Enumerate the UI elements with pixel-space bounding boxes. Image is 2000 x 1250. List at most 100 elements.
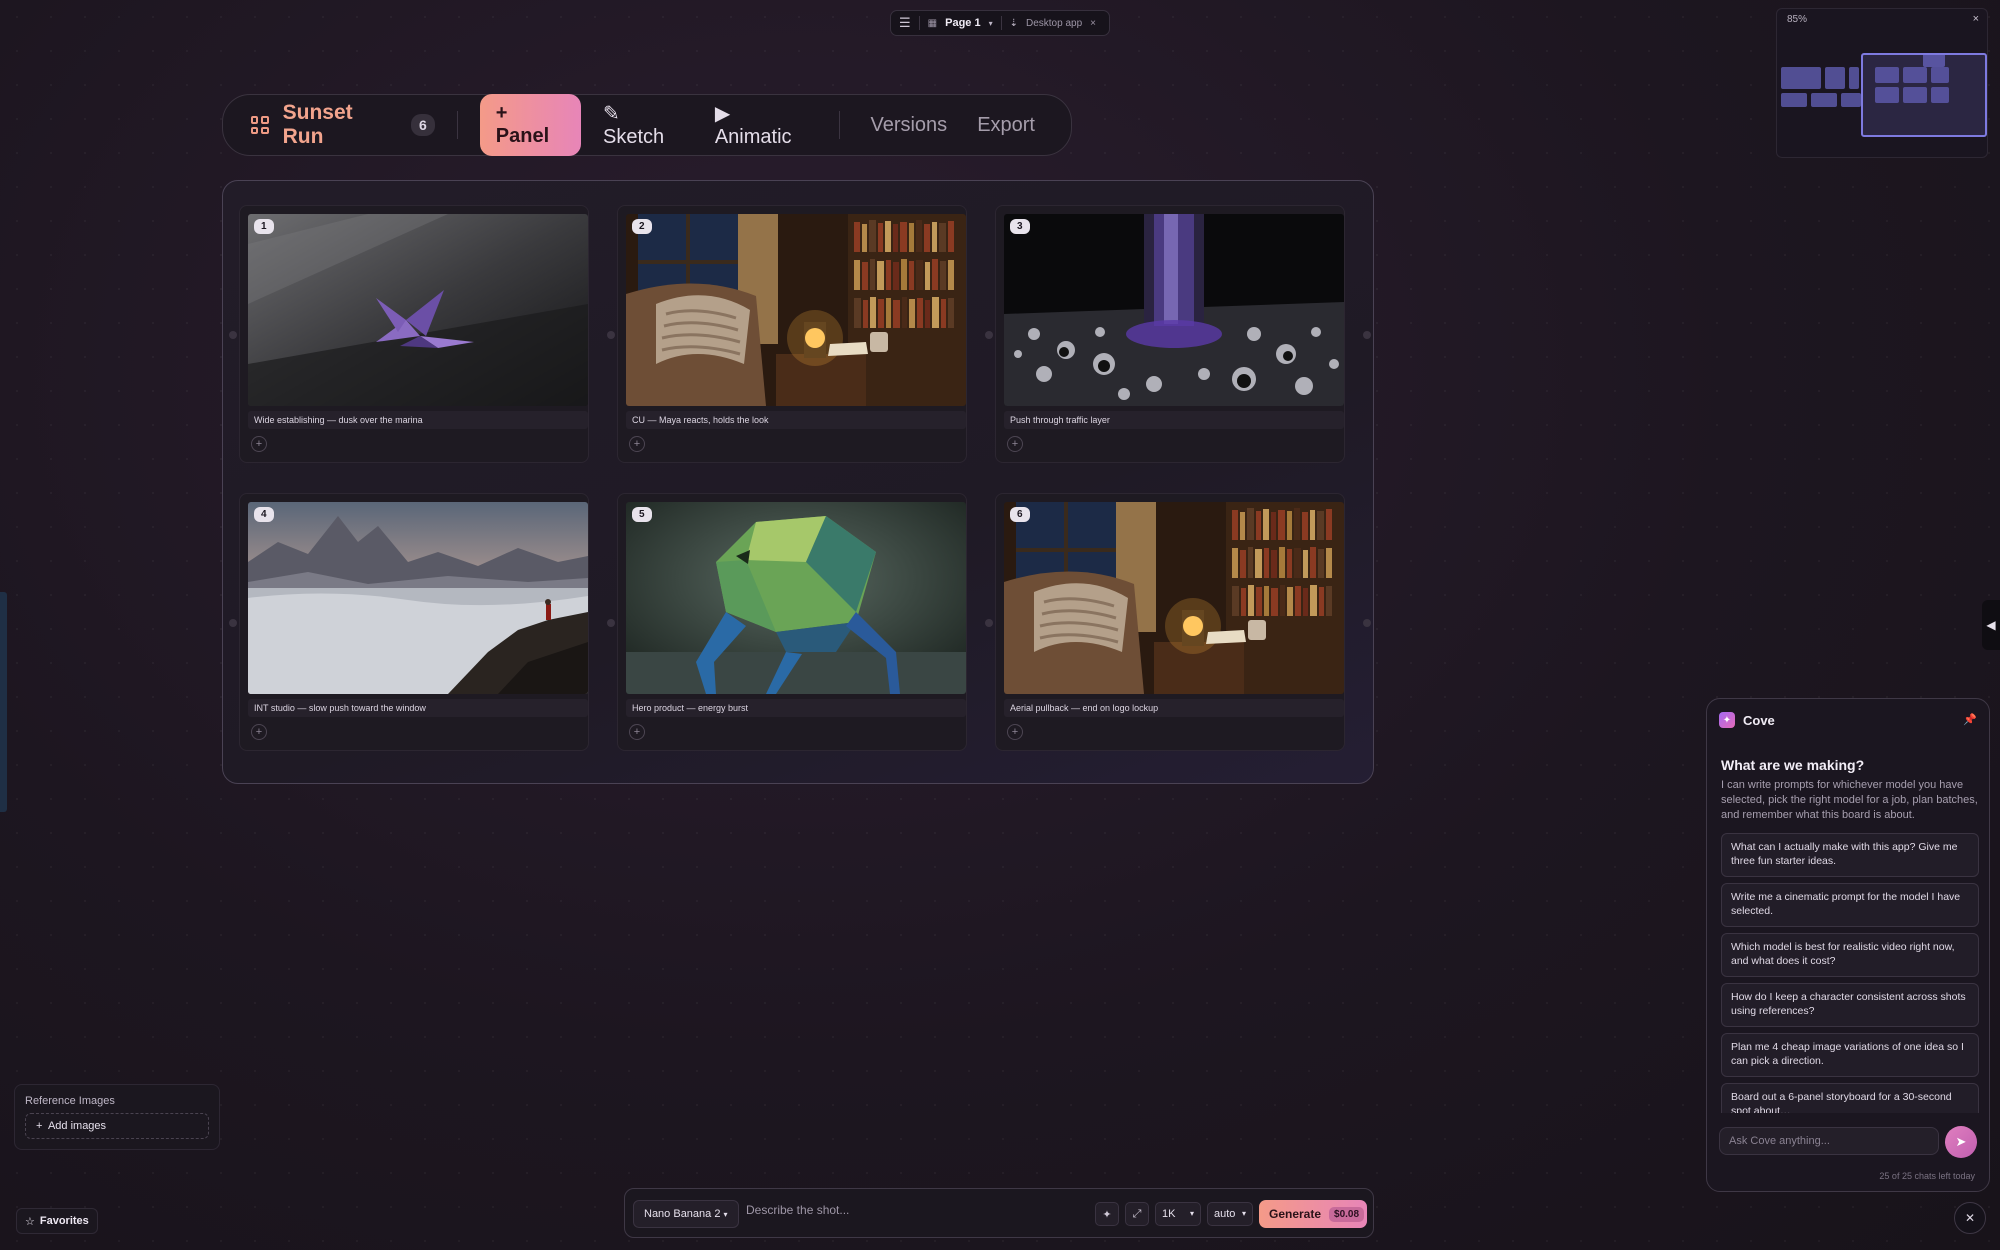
suggestion-chip[interactable]: How do I keep a character consistent acr… <box>1721 983 1979 1027</box>
chevron-down-icon: ▾ <box>1189 1209 1194 1218</box>
add-shot-icon[interactable]: + <box>1007 724 1023 740</box>
connection-handle[interactable] <box>607 331 615 339</box>
panel-image[interactable] <box>626 502 966 694</box>
storyboard-panel[interactable]: 5 Hero product — energy burst + <box>617 493 967 751</box>
minimap-node <box>1903 87 1927 103</box>
storyboard-panel[interactable]: 1 Wide establishing — dusk over the mari… <box>239 205 589 463</box>
download-icon: ⇣ <box>1009 17 1018 29</box>
panel-caption[interactable]: INT studio — slow push toward the window <box>248 699 588 717</box>
minimap-viewport[interactable] <box>1861 53 1987 137</box>
reference-images-title: Reference Images <box>25 1095 115 1107</box>
add-shot-icon[interactable]: + <box>251 724 267 740</box>
grid-icon <box>251 116 269 134</box>
minimap-node <box>1903 67 1927 83</box>
minimap-node <box>1875 87 1899 103</box>
suggestion-chip[interactable]: Which model is best for realistic video … <box>1721 933 1979 977</box>
cove-heading: What are we making? <box>1721 757 1865 773</box>
resolution-value: 1K <box>1162 1208 1176 1220</box>
divider <box>456 111 458 139</box>
close-assistant-button[interactable]: ✕ <box>1954 1202 1986 1234</box>
suggestion-list: What can I actually make with this app? … <box>1721 833 1979 1113</box>
connection-handle[interactable] <box>1363 619 1371 627</box>
reference-images-panel: Reference Images + Add images <box>14 1084 220 1150</box>
send-icon: ➤ <box>1955 1134 1967 1149</box>
panel-image[interactable] <box>626 214 966 406</box>
aspect-value: auto <box>1214 1208 1236 1220</box>
close-icon[interactable]: × <box>1973 13 1979 25</box>
divider <box>1000 16 1002 30</box>
storyboard-panel[interactable]: 4 INT studio — slow push toward the wind… <box>239 493 589 751</box>
resolution-select[interactable]: 1K ▾ <box>1155 1202 1201 1226</box>
panel-caption[interactable]: Push through traffic layer <box>1004 411 1344 429</box>
add-images-button[interactable]: + Add images <box>25 1113 209 1139</box>
favorites-button[interactable]: ☆ Favorites <box>16 1208 98 1234</box>
divider <box>918 16 920 30</box>
minimap-node <box>1811 93 1837 107</box>
sparkle-icon: ✦ <box>1102 1208 1112 1221</box>
add-shot-icon[interactable]: + <box>629 724 645 740</box>
expand-icon: ⤢ <box>1132 1207 1142 1220</box>
animatic-button[interactable]: ▶ Animatic <box>707 101 818 149</box>
connection-handle[interactable] <box>985 331 993 339</box>
expand-button[interactable]: ⤢ <box>1125 1202 1149 1226</box>
desktop-app-link[interactable]: Desktop app <box>1026 18 1082 29</box>
connection-handle[interactable] <box>229 619 237 627</box>
add-shot-icon[interactable]: + <box>251 436 267 452</box>
connection-handle[interactable] <box>1363 331 1371 339</box>
connection-handle[interactable] <box>607 619 615 627</box>
panel-image[interactable] <box>1004 214 1344 406</box>
panel-number: 5 <box>632 507 652 522</box>
minimap-node <box>1875 67 1899 83</box>
storyboard-board: 1 Wide establishing — dusk over the mari… <box>222 180 1374 784</box>
plus-icon: + <box>36 1120 43 1132</box>
close-icon[interactable]: × <box>1090 18 1096 29</box>
suggestion-chip[interactable]: Board out a 6-panel storyboard for a 30-… <box>1721 1083 1979 1113</box>
aspect-select[interactable]: auto ▾ <box>1207 1202 1253 1226</box>
suggestion-chip[interactable]: Plan me 4 cheap image variations of one … <box>1721 1033 1979 1077</box>
panel-image[interactable] <box>1004 502 1344 694</box>
suggestion-chip[interactable]: Write me a cinematic prompt for the mode… <box>1721 883 1979 927</box>
export-button[interactable]: Export <box>969 114 1043 137</box>
sketch-button[interactable]: ✎ Sketch <box>595 101 693 149</box>
add-shot-icon[interactable]: + <box>629 436 645 452</box>
pin-icon[interactable]: 📌 <box>1963 713 1977 726</box>
generation-cost: $0.08 <box>1329 1206 1365 1222</box>
add-panel-button[interactable]: + Panel <box>479 94 582 156</box>
panel-caption[interactable]: Aerial pullback — end on logo lockup <box>1004 699 1344 717</box>
storyboard-panel[interactable]: 2 CU — Maya reacts, holds the look + <box>617 205 967 463</box>
minimap-node <box>1931 67 1949 83</box>
panel-image[interactable] <box>248 214 588 406</box>
add-shot-icon[interactable]: + <box>1007 436 1023 452</box>
minimap[interactable]: 85% × <box>1776 8 1988 158</box>
panel-caption[interactable]: Hero product — energy burst <box>626 699 966 717</box>
minimap-zoom: 85% <box>1787 14 1808 25</box>
chevron-down-icon[interactable]: ▾ <box>989 19 993 28</box>
generate-button[interactable]: Generate $0.08 <box>1259 1200 1367 1228</box>
favorites-label: Favorites <box>39 1215 89 1227</box>
page-selector[interactable]: Page 1 <box>945 17 980 29</box>
model-selector[interactable]: Nano Banana 2 ▾ <box>633 1200 739 1228</box>
panel-number: 6 <box>1010 507 1030 522</box>
storyboard-toolbar: Sunset Run 6 + Panel ✎ Sketch ▶ Animatic… <box>222 94 1072 156</box>
connection-handle[interactable] <box>229 331 237 339</box>
storyboard-panel[interactable]: 6 Aerial pullback — end on logo lockup + <box>995 493 1345 751</box>
panel-image[interactable] <box>248 502 588 694</box>
left-drawer-edge[interactable] <box>0 592 7 812</box>
chevron-left-icon: ◀ <box>1986 618 1996 632</box>
cove-chat-input[interactable]: Ask Cove anything... <box>1719 1127 1939 1155</box>
panel-caption[interactable]: CU — Maya reacts, holds the look <box>626 411 966 429</box>
storyboard-panel[interactable]: 3 Push through traffic layer + <box>995 205 1345 463</box>
collapse-right-panel-button[interactable]: ◀ <box>1982 600 2000 650</box>
panel-count-badge: 6 <box>411 114 435 136</box>
suggestion-chip[interactable]: What can I actually make with this app? … <box>1721 833 1979 877</box>
send-button[interactable]: ➤ <box>1945 1126 1977 1158</box>
enhance-prompt-button[interactable]: ✦ <box>1095 1202 1119 1226</box>
shot-prompt-input[interactable]: Describe the shot... <box>746 1203 849 1217</box>
project-title[interactable]: Sunset Run <box>283 101 397 149</box>
versions-button[interactable]: Versions <box>862 114 955 137</box>
connection-handle[interactable] <box>985 619 993 627</box>
panel-caption[interactable]: Wide establishing — dusk over the marina <box>248 411 588 429</box>
chat-quota: 25 of 25 chats left today <box>1879 1171 1975 1181</box>
panel-number: 1 <box>254 219 274 234</box>
hamburger-icon[interactable]: ☰ <box>899 15 911 31</box>
